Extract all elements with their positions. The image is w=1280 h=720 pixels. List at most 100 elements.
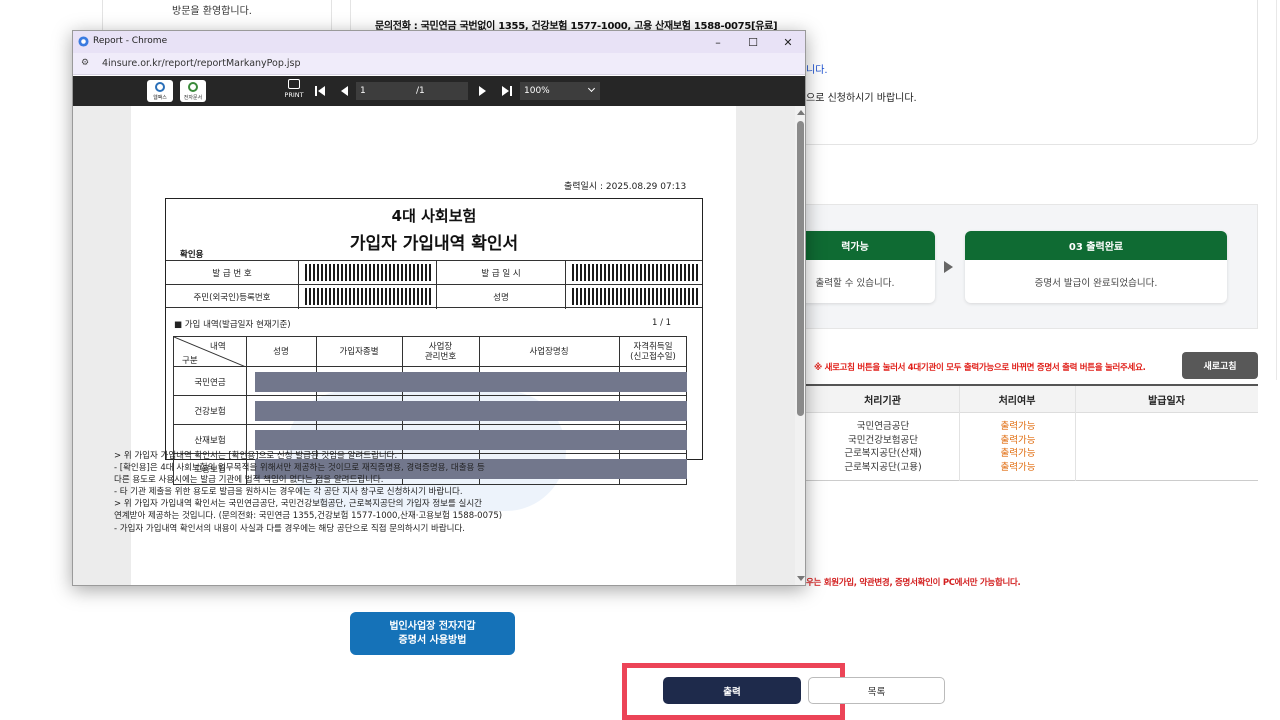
scrollbar-thumb[interactable] xyxy=(797,121,804,416)
globe-icon xyxy=(155,82,165,92)
step-3-header: 03 출력완료 xyxy=(965,231,1227,260)
diag-bottom-label: 구분 xyxy=(182,356,198,366)
certificate-form: 4대 사회보험 가입자 가입내역 확인서 확인용 발 급 번 호 발 급 일 시 xyxy=(165,198,703,485)
col-qualify-line2: (신고접수일) xyxy=(630,352,676,362)
masked-name xyxy=(572,288,698,305)
status-item: 출력가능 xyxy=(1000,434,1036,446)
page-indicator: 1 / 1 xyxy=(652,318,672,328)
col-biz-no: 사업장 관리번호 xyxy=(402,337,479,367)
org-list: 국민연금공단 국민건강보험공단 근로복지공단(산재) 근로복지공단(고용) xyxy=(828,420,938,474)
webfax-icon[interactable]: 웹팩스 xyxy=(147,80,173,102)
row-label-pension: 국민연금 xyxy=(194,377,226,388)
step-card-3: 03 출력완료 증명서 발급이 완료되었습니다. xyxy=(965,231,1227,303)
report-popup-window: Report - Chrome – ☐ ✕ ⚙ 4insure.or.kr/re… xyxy=(72,30,806,586)
resident-no-value xyxy=(299,285,437,309)
refresh-note: ※ 새로고침 버튼을 눌러서 4대기관이 모두 출력가능으로 바뀌면 증명서 출… xyxy=(814,363,1146,373)
scroll-up-icon[interactable] xyxy=(797,110,805,115)
notice-text: > 위 가입자 가입내역 확인서는 [확인용]으로 신청 발급된 것임을 알려드… xyxy=(114,450,654,535)
step-3-body: 증명서 발급이 완료되었습니다. xyxy=(1034,277,1158,289)
meta-row-2: 주민(외국인)등록번호 성명 xyxy=(166,284,702,309)
notice-line: 다른 용도로 사용시에는 발급 기관에 법적 책임이 없다는 점을 알려드립니다… xyxy=(114,475,384,486)
enrollment-list-title: ■ 가입 내역(발급일자 현재기준) xyxy=(174,320,291,330)
enrollment-header-row: 내역 구분 성명 가입자종별 사업장 관리번호 사업장명칭 자격취득일 (신고접… xyxy=(174,337,686,367)
maximize-button[interactable]: ☐ xyxy=(742,33,764,51)
name-label: 성명 xyxy=(437,285,566,309)
print-button[interactable]: 출력 xyxy=(663,677,801,704)
scroll-down-icon[interactable] xyxy=(797,576,805,581)
resident-no-label: 주민(외국인)등록번호 xyxy=(166,285,299,309)
status-item: 출력가능 xyxy=(1000,448,1036,459)
site-info-icon[interactable]: ⚙ xyxy=(81,58,89,68)
col-divider xyxy=(959,386,960,481)
notice-line: > 위 가입자 가입내역 확인서는 국민연금공단, 국민건강보험공단, 근로복지… xyxy=(114,499,482,510)
notice-line: - [확인용]은 4대 사회보험의 업무목적을 위해서만 제공하는 것이므로 재… xyxy=(114,463,485,474)
confirm-label: 확인용 xyxy=(180,250,204,260)
col-biz-no-line1: 사업장 xyxy=(428,342,453,352)
chrome-icon xyxy=(78,36,89,47)
close-button[interactable]: ✕ xyxy=(777,33,799,51)
org-item: 국민건강보험공단 xyxy=(848,434,918,446)
redaction-bar xyxy=(255,430,687,450)
chevron-down-icon xyxy=(587,84,596,93)
zoom-value: 100% xyxy=(524,86,550,96)
name-value xyxy=(566,285,702,309)
refresh-button[interactable]: 새로고침 xyxy=(1182,352,1258,379)
col-biz-name-label: 사업장명칭 xyxy=(529,347,569,357)
col-biz-no-line2: 관리번호 xyxy=(424,352,457,362)
first-page-icon[interactable] xyxy=(314,84,326,98)
edoc-label: 전자문서 xyxy=(183,95,203,101)
page-number-input[interactable]: 1 xyxy=(356,82,412,100)
org-item: 근로복지공단(고용) xyxy=(844,461,922,473)
col-qualify-line1: 자격취득일 xyxy=(633,342,673,352)
edoc-icon[interactable]: 전자문서 xyxy=(180,80,206,102)
doc-title-2: 가입자 가입내역 확인서 xyxy=(349,234,519,254)
right-panel-edge xyxy=(1276,0,1280,380)
redaction-bar xyxy=(255,372,687,392)
list-button[interactable]: 목록 xyxy=(808,677,945,704)
issue-date-value xyxy=(566,261,702,285)
last-page-icon[interactable] xyxy=(501,84,513,98)
notice-line: - 가입자 가입내역 확인서의 내용이 사실과 다를 경우에는 해당 공단으로 … xyxy=(114,523,465,534)
prev-page-icon[interactable] xyxy=(339,84,351,98)
print-toolbar-button[interactable]: PRINT xyxy=(280,79,308,105)
ecert-guide-button[interactable]: 법인사업장 전자지갑 증명서 사용방법 xyxy=(350,612,515,655)
issue-no-value xyxy=(299,261,437,285)
print-datetime: 출력일시 : 2025.08.29 07:13 xyxy=(564,182,687,192)
masked-resident-no xyxy=(305,288,431,305)
col-divider xyxy=(1075,386,1076,481)
notice-line: 연계받아 제공하는 것입니다. (문의전화: 국민연금 1355,건강보험 15… xyxy=(114,511,503,522)
ecert-line-2: 증명서 사용방법 xyxy=(398,634,467,646)
next-page-icon[interactable] xyxy=(476,84,488,98)
col-type-label: 가입자종별 xyxy=(339,347,379,357)
step-arrow-icon xyxy=(944,261,953,273)
page-total: /1 xyxy=(412,82,468,100)
col-qualify-date: 자격취득일 (신고접수일) xyxy=(619,337,687,367)
seal-icon xyxy=(188,82,198,92)
ecert-line-1: 법인사업장 전자지갑 xyxy=(389,620,476,632)
zoom-select[interactable]: 100% xyxy=(520,82,600,100)
screen: 방문을 환영합니다. 문의전화 : 국민연금 국번없이 1355, 건강보험 1… xyxy=(0,0,1280,720)
issue-no-label: 발 급 번 호 xyxy=(166,261,299,285)
popup-titlebar[interactable]: Report - Chrome – ☐ ✕ xyxy=(73,31,805,53)
doc-title-1: 4대 사회보험 xyxy=(391,207,477,225)
status-item: 출력가능 xyxy=(1000,461,1036,473)
org-item: 근로복지공단(산재) xyxy=(844,448,922,459)
notice-line: - 타 기관 제출을 위한 용도로 발급을 원하시는 경우에는 각 공단 지사 … xyxy=(114,487,463,498)
masked-issue-date xyxy=(572,264,698,281)
masked-issue-no xyxy=(305,264,431,281)
report-toolbar: 웹팩스 전자문서 PRINT 1 /1 100% xyxy=(73,76,805,106)
issue-date-label: 발 급 일 시 xyxy=(437,261,566,285)
welcome-text: 방문을 환영합니다. xyxy=(172,6,252,17)
window-title: Report - Chrome xyxy=(93,36,168,46)
th-issue-date: 발급일자 xyxy=(1075,386,1258,413)
url-text[interactable]: 4insure.or.kr/report/reportMarkanyPop.js… xyxy=(102,58,301,69)
org-item: 국민연금공단 xyxy=(856,421,910,432)
address-bar[interactable]: ⚙ 4insure.or.kr/report/reportMarkanyPop.… xyxy=(73,53,805,75)
col-name-label: 성명 xyxy=(273,347,289,357)
minimize-button[interactable]: – xyxy=(707,33,729,51)
printer-icon xyxy=(288,79,300,89)
print-label: PRINT xyxy=(284,91,304,99)
th-org: 처리기관 xyxy=(806,386,959,413)
meta-row-1: 발 급 번 호 발 급 일 시 xyxy=(166,260,702,285)
info-fragment-apply: 으로 신청하시기 바랍니다. xyxy=(806,93,917,104)
